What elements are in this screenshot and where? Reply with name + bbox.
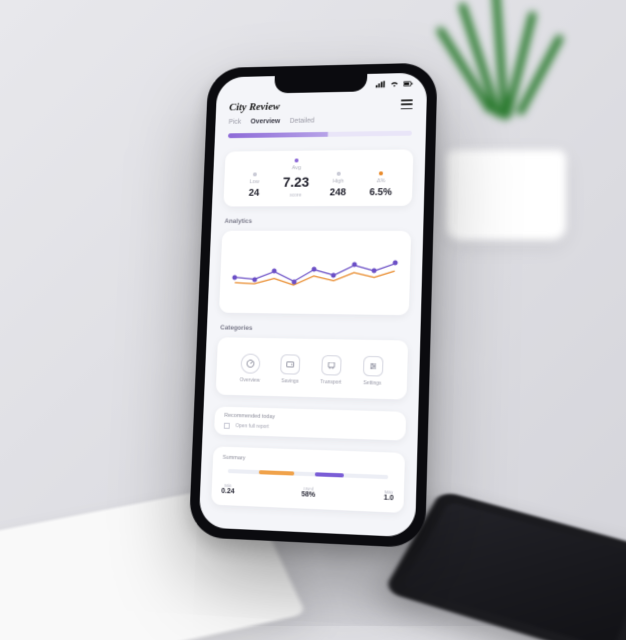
dot-icon (379, 172, 383, 176)
phone-notch (274, 72, 367, 93)
phone-frame: City Review Pick Overview Detailed Low (189, 63, 438, 549)
chart-card[interactable] (219, 231, 411, 316)
action-settings[interactable]: Settings (362, 356, 383, 387)
battery-icon (403, 80, 413, 88)
gauge-icon (240, 354, 260, 374)
tab-pick[interactable]: Pick (228, 119, 241, 130)
checkbox-icon[interactable] (224, 423, 230, 429)
metric-low[interactable]: Low 24 (233, 173, 275, 199)
bus-icon (321, 356, 341, 377)
wallet-icon (280, 355, 300, 375)
summary-stat-min: Min 0.24 (221, 483, 235, 496)
chart-point[interactable] (352, 262, 357, 267)
dot-icon (295, 159, 299, 163)
line-chart[interactable] (229, 243, 401, 308)
summary-stat-max: Max 1.0 (384, 490, 394, 503)
metrics-card: Low 24 Avg 7.23 score High 248 (223, 150, 413, 207)
recommend-card[interactable]: Recommended today Open full report (214, 407, 406, 441)
action-savings[interactable]: Savings (280, 355, 301, 385)
section-analytics-label: Analytics (211, 212, 423, 225)
summary-stat-used: Used 58% (301, 487, 315, 500)
summary-title: Summary (223, 455, 395, 467)
tab-detailed[interactable]: Detailed (289, 118, 314, 129)
signal-icon (376, 81, 386, 89)
tab-overview[interactable]: Overview (250, 119, 280, 130)
wifi-icon (389, 80, 399, 88)
app-title: City Review (229, 101, 280, 113)
decor-plant (426, 20, 586, 240)
dot-icon (253, 173, 257, 177)
progress-bar[interactable] (228, 131, 412, 138)
action-overview[interactable]: Overview (240, 354, 261, 384)
actions-card: Overview Savings Transport Settings (216, 338, 409, 400)
summary-card: Summary Min 0.24 Used 58% Max (211, 447, 405, 514)
metric-delta[interactable]: Δ% 6.5% (359, 172, 403, 199)
summary-bar[interactable] (228, 469, 388, 479)
sliders-icon (362, 356, 383, 377)
metric-avg[interactable]: Avg 7.23 score (275, 159, 318, 199)
section-actions-label: Categories (207, 319, 421, 335)
chart-point[interactable] (331, 273, 336, 278)
action-transport[interactable]: Transport (320, 356, 342, 387)
list-item[interactable]: Open full report (224, 423, 396, 434)
app-screen: City Review Pick Overview Detailed Low (199, 73, 428, 538)
menu-icon[interactable] (401, 100, 413, 110)
chart-point[interactable] (372, 268, 377, 273)
chart-point[interactable] (392, 260, 397, 265)
dot-icon (336, 172, 340, 176)
metric-high[interactable]: High 248 (316, 172, 359, 199)
